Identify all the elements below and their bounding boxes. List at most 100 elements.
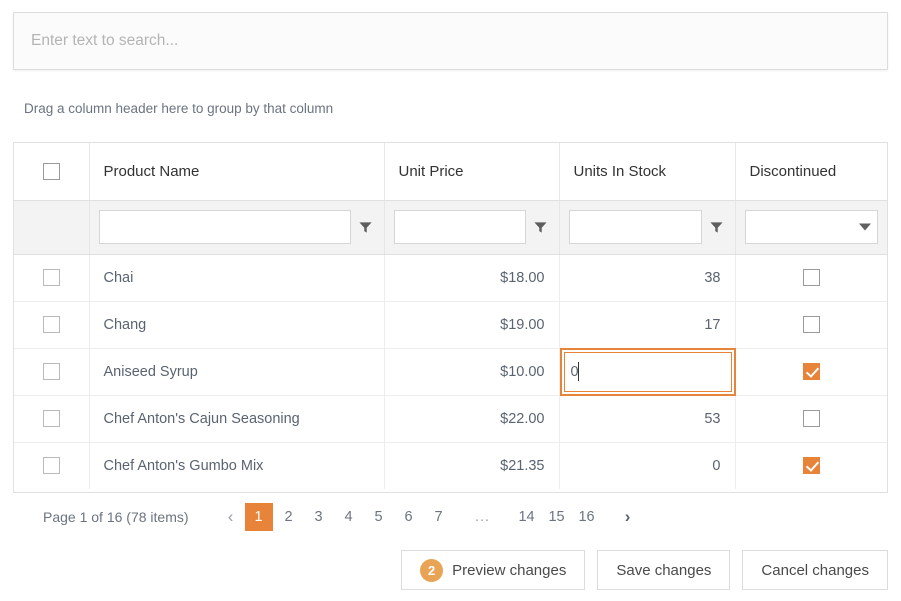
row-select-checkbox[interactable] [42, 316, 60, 333]
filter-input-product-name[interactable] [98, 210, 351, 244]
funnel-icon[interactable] [532, 218, 550, 236]
pager-page-3[interactable]: 3 [305, 502, 333, 532]
pager-page-14[interactable]: 14 [513, 502, 541, 532]
cell-units-in-stock[interactable]: 38 [559, 254, 736, 302]
column-header-product-name[interactable]: Product Name [89, 143, 385, 201]
cell-units-in-stock[interactable]: 17 [559, 301, 736, 349]
filter-row [14, 200, 887, 255]
filter-select-discontinued[interactable] [744, 210, 878, 244]
search-input[interactable] [13, 12, 888, 70]
search-box [13, 12, 888, 70]
cell-product-name[interactable]: Chef Anton's Cajun Seasoning [89, 395, 385, 443]
pager-next-icon[interactable]: › [616, 502, 640, 532]
column-header-label: Units In Stock [573, 162, 667, 180]
table-row[interactable]: Chef Anton's Cajun Seasoning $22.00 53 [14, 395, 887, 443]
grid-table: Product Name Unit Price Units In Stock D… [14, 143, 887, 489]
pager-nav: ‹ 1 2 3 4 5 6 7... 14 15 16 › [218, 502, 641, 532]
select-all-checkbox[interactable] [42, 163, 60, 181]
pager-page-16[interactable]: 16 [573, 502, 601, 532]
row-select-checkbox[interactable] [42, 457, 60, 475]
row-select-cell[interactable] [14, 395, 90, 443]
row-select-cell[interactable] [14, 254, 90, 302]
cell-product-name[interactable]: Chef Anton's Gumbo Mix [89, 442, 385, 489]
pager-page-5[interactable]: 5 [365, 502, 393, 532]
text-caret [577, 362, 579, 381]
grid-header: Product Name Unit Price Units In Stock D… [14, 143, 887, 255]
discontinued-checkbox[interactable] [802, 316, 820, 333]
filter-cell-unit-price [384, 200, 560, 255]
cell-discontinued[interactable] [735, 301, 887, 349]
row-select-cell[interactable] [14, 442, 90, 489]
cell-editor-inner[interactable]: 0 [563, 351, 732, 392]
pager-page-15[interactable]: 15 [543, 502, 571, 532]
filter-cell-units-in-stock [559, 200, 736, 255]
grid-body: Chai $18.00 38 Chang $19.00 17 Aniseed Syrup $1… [14, 254, 887, 489]
column-header-discontinued[interactable]: Discontinued [735, 143, 887, 201]
save-changes-button[interactable]: Save changes [597, 550, 731, 590]
cell-unit-price[interactable]: $18.00 [384, 254, 560, 302]
cancel-changes-button[interactable]: Cancel changes [742, 550, 888, 590]
cell-discontinued[interactable] [735, 442, 887, 489]
row-select-checkbox[interactable] [42, 363, 60, 380]
cell-discontinued[interactable] [735, 395, 887, 443]
cell-unit-price[interactable]: $21.35 [384, 442, 560, 489]
pager-info: Page 1 of 16 (78 items) [43, 508, 189, 525]
filter-cell-product-name [89, 200, 385, 255]
chevron-down-icon[interactable] [859, 223, 871, 231]
pager-page-7[interactable]: 7 [425, 502, 453, 532]
cell-discontinued[interactable] [735, 348, 887, 396]
filter-input-units-in-stock[interactable] [568, 210, 702, 244]
row-select-checkbox[interactable] [42, 410, 60, 427]
cell-product-name[interactable]: Aniseed Syrup [89, 348, 385, 396]
funnel-icon[interactable] [357, 218, 375, 236]
header-select-all-cell[interactable] [14, 143, 90, 201]
pager-page-2[interactable]: 2 [275, 502, 303, 532]
table-row[interactable]: Chai $18.00 38 [14, 254, 887, 302]
pager-ellipsis[interactable]: ... [468, 502, 498, 532]
pager-page-6[interactable]: 6 [395, 502, 423, 532]
row-select-cell[interactable] [14, 301, 90, 349]
preview-changes-label: Preview changes [452, 561, 567, 579]
data-grid: Product Name Unit Price Units In Stock D… [13, 142, 888, 540]
row-select-checkbox[interactable] [42, 269, 60, 286]
cell-unit-price[interactable]: $19.00 [384, 301, 560, 349]
column-header-label: Product Name [103, 162, 200, 180]
cell-unit-price[interactable]: $22.00 [384, 395, 560, 443]
cell-discontinued[interactable] [735, 254, 887, 302]
filter-cell-discontinued [735, 200, 887, 255]
save-changes-label: Save changes [616, 561, 712, 579]
header-row: Product Name Unit Price Units In Stock D… [14, 143, 887, 201]
table-row[interactable]: Chef Anton's Gumbo Mix $21.35 0 [14, 442, 887, 489]
pager-prev-icon[interactable]: ‹ [219, 502, 243, 532]
changes-count-badge: 2 [420, 558, 444, 582]
cell-units-in-stock[interactable]: 0 [559, 347, 736, 396]
column-header-units-in-stock[interactable]: Units In Stock [559, 143, 736, 201]
action-button-bar: 2 Preview changes Save changes Cancel ch… [401, 550, 888, 590]
discontinued-checkbox[interactable] [802, 363, 820, 380]
column-header-label: Unit Price [398, 162, 464, 180]
pager-page-4[interactable]: 4 [335, 502, 363, 532]
group-by-hint: Drag a column header here to group by th… [24, 101, 334, 116]
cell-editor[interactable]: 0 [559, 347, 736, 396]
column-header-unit-price[interactable]: Unit Price [384, 143, 560, 201]
column-header-label: Discontinued [749, 162, 837, 180]
preview-changes-button[interactable]: 2 Preview changes [401, 550, 586, 590]
cell-unit-price[interactable]: $10.00 [384, 348, 560, 396]
filter-input-unit-price[interactable] [393, 210, 526, 244]
page-root: Drag a column header here to group by th… [0, 0, 901, 601]
cell-units-in-stock[interactable]: 0 [559, 442, 736, 489]
cancel-changes-label: Cancel changes [761, 561, 869, 579]
table-row[interactable]: Chang $19.00 17 [14, 301, 887, 349]
cell-product-name[interactable]: Chai [89, 254, 385, 302]
table-row[interactable]: Aniseed Syrup $10.00 0 [14, 347, 887, 396]
row-select-cell[interactable] [14, 348, 90, 396]
funnel-icon[interactable] [708, 218, 726, 236]
discontinued-checkbox[interactable] [802, 410, 820, 427]
cell-product-name[interactable]: Chang [89, 301, 385, 349]
cell-units-in-stock[interactable]: 53 [559, 395, 736, 443]
pager: Page 1 of 16 (78 items) ‹ 1 2 3 4 5 6 7... 14 15 1… [13, 492, 888, 540]
discontinued-checkbox[interactable] [802, 269, 820, 286]
discontinued-checkbox[interactable] [802, 457, 820, 475]
pager-page-1[interactable]: 1 [244, 502, 273, 531]
filter-cell-select [14, 200, 90, 255]
